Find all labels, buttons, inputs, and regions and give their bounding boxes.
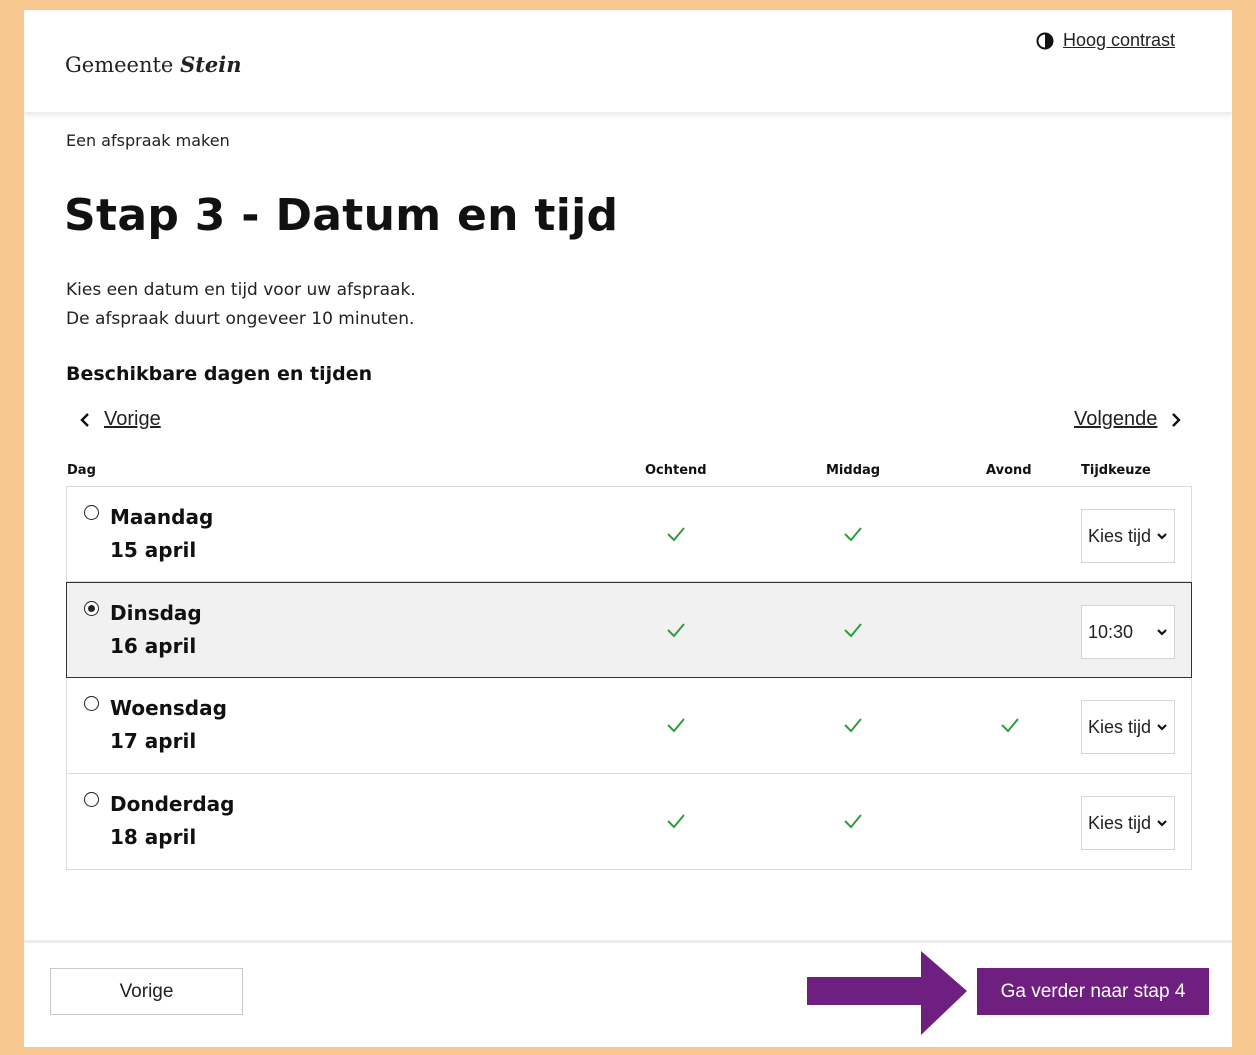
intro-text: Kies een datum en tijd voor uw afspraak.… bbox=[66, 276, 416, 334]
chevron-down-icon bbox=[1157, 629, 1167, 636]
intro-line-1: Kies een datum en tijd voor uw afspraak. bbox=[66, 280, 416, 300]
chevron-left-icon bbox=[80, 412, 89, 427]
day-name: Woensdag bbox=[110, 696, 227, 720]
next-week-link[interactable]: Volgende bbox=[1074, 408, 1183, 431]
afternoon-available-check-icon bbox=[843, 812, 863, 830]
previous-step-button[interactable]: Vorige bbox=[50, 968, 243, 1015]
day-name: Donderdag bbox=[110, 792, 235, 816]
logo-name: Stein bbox=[180, 52, 242, 77]
evening-available-check-icon bbox=[1000, 716, 1020, 734]
municipality-logo[interactable]: Gemeente Stein bbox=[65, 52, 242, 77]
contrast-icon bbox=[1036, 32, 1054, 49]
day-radio[interactable] bbox=[84, 792, 99, 807]
table-row[interactable]: Donderdag 18 april Kies tijd bbox=[66, 774, 1192, 870]
intro-line-2: De afspraak duurt ongeveer 10 minuten. bbox=[66, 309, 415, 329]
high-contrast-toggle[interactable]: Hoog contrast bbox=[1036, 30, 1175, 51]
day-radio[interactable] bbox=[84, 505, 99, 520]
time-select-value: 10:30 bbox=[1088, 621, 1134, 642]
chevron-down-icon bbox=[1157, 820, 1167, 827]
column-header-afternoon: Middag bbox=[826, 463, 881, 478]
morning-available-check-icon bbox=[666, 716, 686, 734]
chevron-right-icon bbox=[1172, 412, 1182, 427]
annotation-arrow-icon bbox=[807, 951, 967, 1035]
morning-available-check-icon bbox=[666, 621, 686, 639]
day-date: 15 april bbox=[110, 538, 197, 562]
morning-available-check-icon bbox=[666, 812, 686, 830]
table-row[interactable]: Woensdag 17 april Kies tijd bbox=[66, 678, 1192, 774]
chevron-down-icon bbox=[1157, 533, 1167, 540]
time-select[interactable]: Kies tijd bbox=[1081, 796, 1175, 850]
day-name: Maandag bbox=[110, 505, 214, 529]
page-title: Stap 3 - Datum en tijd bbox=[64, 190, 619, 241]
page-frame: Gemeente Stein Hoog contrast Een afspraa… bbox=[24, 10, 1232, 1047]
afternoon-available-check-icon bbox=[843, 525, 863, 543]
afternoon-available-check-icon bbox=[843, 621, 863, 639]
time-select[interactable]: 10:30 bbox=[1081, 605, 1175, 659]
day-radio[interactable] bbox=[84, 696, 99, 711]
afternoon-available-check-icon bbox=[843, 716, 863, 734]
high-contrast-link[interactable]: Hoog contrast bbox=[1063, 30, 1175, 51]
section-title: Beschikbare dagen en tijden bbox=[66, 363, 373, 385]
time-select-value: Kies tijd bbox=[1088, 525, 1152, 546]
logo-prefix: Gemeente bbox=[65, 53, 174, 77]
morning-available-check-icon bbox=[666, 525, 686, 543]
time-select[interactable]: Kies tijd bbox=[1081, 509, 1175, 563]
footer-bar: Vorige Ga verder naar stap 4 bbox=[24, 940, 1232, 1047]
breadcrumb: Een afspraak maken bbox=[66, 131, 230, 150]
day-date: 17 april bbox=[110, 729, 197, 753]
time-select[interactable]: Kies tijd bbox=[1081, 700, 1175, 754]
availability-table: Maandag 15 april Kies tijd Dinsdag 16 april 1… bbox=[66, 486, 1192, 870]
time-select-value: Kies tijd bbox=[1088, 716, 1152, 737]
previous-week-link[interactable]: Vorige bbox=[78, 408, 161, 431]
day-date: 16 april bbox=[110, 634, 197, 658]
previous-week-label[interactable]: Vorige bbox=[104, 408, 161, 431]
table-row[interactable]: Maandag 15 april Kies tijd bbox=[66, 486, 1192, 582]
table-row[interactable]: Dinsdag 16 april 10:30 bbox=[66, 582, 1192, 678]
column-header-day: Dag bbox=[67, 463, 96, 478]
site-header: Gemeente Stein Hoog contrast bbox=[24, 10, 1232, 113]
day-name: Dinsdag bbox=[110, 601, 202, 625]
column-header-time: Tijdkeuze bbox=[1081, 463, 1151, 478]
chevron-down-icon bbox=[1157, 724, 1167, 731]
column-header-morning: Ochtend bbox=[645, 463, 707, 478]
day-date: 18 april bbox=[110, 825, 197, 849]
next-week-label[interactable]: Volgende bbox=[1074, 408, 1157, 431]
day-radio[interactable] bbox=[84, 601, 99, 616]
column-header-evening: Avond bbox=[986, 463, 1032, 478]
next-step-button[interactable]: Ga verder naar stap 4 bbox=[977, 968, 1209, 1015]
time-select-value: Kies tijd bbox=[1088, 812, 1152, 833]
